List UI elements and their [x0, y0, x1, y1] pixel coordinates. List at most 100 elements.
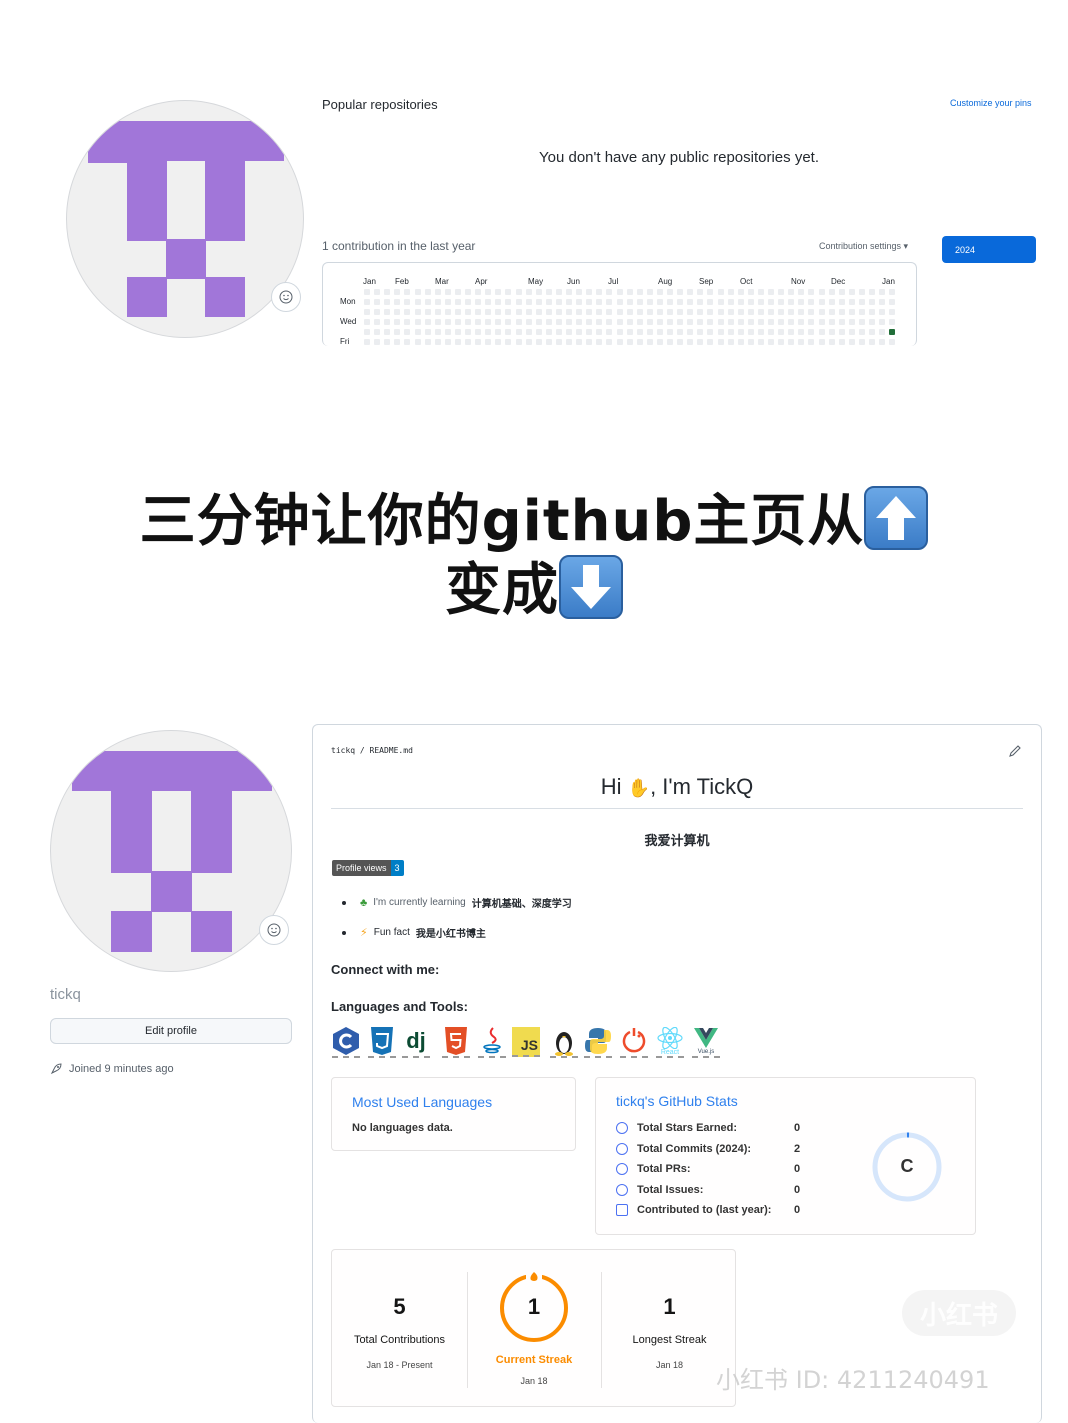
contribution-day[interactable] — [454, 329, 461, 335]
contribution-day[interactable] — [545, 299, 552, 305]
contribution-day[interactable] — [475, 319, 482, 325]
contribution-day[interactable] — [616, 289, 623, 295]
customize-pins-link[interactable]: Customize your pins — [950, 98, 1032, 108]
contribution-day[interactable] — [444, 319, 451, 325]
contribution-day[interactable] — [586, 339, 593, 345]
contribution-day[interactable] — [828, 309, 835, 315]
contribution-day[interactable] — [858, 309, 865, 315]
contribution-day[interactable] — [515, 319, 522, 325]
contribution-day[interactable] — [636, 289, 643, 295]
contribution-day[interactable] — [414, 319, 421, 325]
contribution-day[interactable] — [555, 289, 562, 295]
contribution-day[interactable] — [636, 309, 643, 315]
contribution-day[interactable] — [778, 289, 785, 295]
contribution-day[interactable] — [555, 329, 562, 335]
contribution-day[interactable] — [606, 339, 613, 345]
contribution-day[interactable] — [879, 309, 886, 315]
year-2024-button[interactable]: 2024 — [942, 236, 1036, 263]
contribution-day[interactable] — [737, 319, 744, 325]
contribution-day[interactable] — [475, 309, 482, 315]
contribution-day[interactable] — [798, 329, 805, 335]
contribution-day[interactable] — [768, 289, 774, 295]
contribution-day[interactable] — [717, 329, 724, 335]
contribution-day[interactable] — [606, 299, 613, 305]
contribution-day[interactable] — [535, 329, 542, 335]
contribution-day[interactable] — [434, 329, 441, 335]
contribution-day[interactable] — [848, 299, 855, 305]
contribution-day[interactable] — [727, 339, 734, 345]
contribution-day[interactable] — [626, 339, 633, 345]
contribution-day[interactable] — [364, 329, 370, 335]
contribution-day[interactable] — [566, 309, 572, 315]
contribution-day[interactable] — [465, 299, 471, 305]
contribution-day[interactable] — [444, 299, 451, 305]
contribution-day[interactable] — [788, 289, 795, 295]
contribution-day[interactable] — [677, 289, 684, 295]
readme-path[interactable]: tickq / README.md — [331, 746, 413, 755]
contribution-day[interactable] — [697, 309, 704, 315]
contribution-day[interactable] — [879, 339, 886, 345]
contribution-day[interactable] — [737, 289, 744, 295]
contribution-day[interactable] — [879, 289, 886, 295]
contribution-day[interactable] — [404, 299, 411, 305]
contribution-day[interactable] — [545, 289, 552, 295]
contribution-day[interactable] — [828, 329, 835, 335]
contribution-day[interactable] — [525, 319, 532, 325]
contribution-day[interactable] — [818, 319, 825, 325]
set-status-button-bottom[interactable] — [259, 915, 289, 945]
contribution-day[interactable] — [879, 329, 886, 335]
contribution-day[interactable] — [687, 289, 694, 295]
contribution-day[interactable] — [495, 289, 502, 295]
contribution-day[interactable] — [384, 339, 391, 345]
contribution-day[interactable] — [757, 299, 764, 305]
contribution-day[interactable] — [485, 329, 492, 335]
contribution-day[interactable] — [515, 309, 522, 315]
contribution-day[interactable] — [414, 289, 421, 295]
contribution-day[interactable] — [384, 319, 391, 325]
contribution-day[interactable] — [485, 289, 492, 295]
contribution-day[interactable] — [818, 329, 825, 335]
contribution-day[interactable] — [606, 309, 613, 315]
contribution-day[interactable] — [818, 339, 825, 345]
contribution-day[interactable] — [505, 299, 512, 305]
contribution-day[interactable] — [374, 339, 381, 345]
contribution-day[interactable] — [535, 339, 542, 345]
contribution-day[interactable] — [444, 329, 451, 335]
contribution-day[interactable] — [596, 329, 603, 335]
contribution-day[interactable] — [576, 289, 583, 295]
contribution-day[interactable] — [869, 299, 875, 305]
vuejs-icon[interactable]: Vue.js — [692, 1026, 720, 1058]
contribution-day[interactable] — [555, 319, 562, 325]
contribution-day[interactable] — [515, 289, 522, 295]
contribution-day[interactable] — [444, 289, 451, 295]
contribution-day[interactable] — [677, 339, 684, 345]
contribution-day[interactable] — [838, 329, 845, 335]
contribution-day[interactable] — [505, 319, 512, 325]
contribution-day[interactable] — [616, 329, 623, 335]
contribution-day[interactable] — [737, 329, 744, 335]
contribution-day[interactable] — [364, 309, 370, 315]
contribution-day[interactable] — [424, 289, 431, 295]
contribution-day[interactable] — [586, 299, 593, 305]
contribution-day[interactable] — [838, 339, 845, 345]
contribution-day[interactable] — [778, 329, 785, 335]
contribution-day[interactable] — [485, 339, 492, 345]
contribution-day[interactable] — [495, 339, 502, 345]
contribution-day[interactable] — [768, 329, 774, 335]
contribution-day[interactable] — [616, 299, 623, 305]
contribution-day[interactable] — [646, 309, 653, 315]
contribution-day[interactable] — [555, 309, 562, 315]
contribution-day[interactable] — [687, 309, 694, 315]
contribution-day[interactable] — [768, 319, 774, 325]
contribution-day[interactable] — [606, 319, 613, 325]
contribution-day[interactable] — [656, 289, 663, 295]
contribution-day[interactable] — [586, 309, 593, 315]
contribution-day[interactable] — [677, 319, 684, 325]
contribution-day[interactable] — [535, 309, 542, 315]
contribution-day[interactable] — [737, 309, 744, 315]
contribution-day[interactable] — [879, 319, 886, 325]
contribution-day[interactable] — [576, 339, 583, 345]
contribution-day[interactable] — [788, 339, 795, 345]
contribution-day[interactable] — [485, 309, 492, 315]
contribution-day[interactable] — [394, 299, 401, 305]
